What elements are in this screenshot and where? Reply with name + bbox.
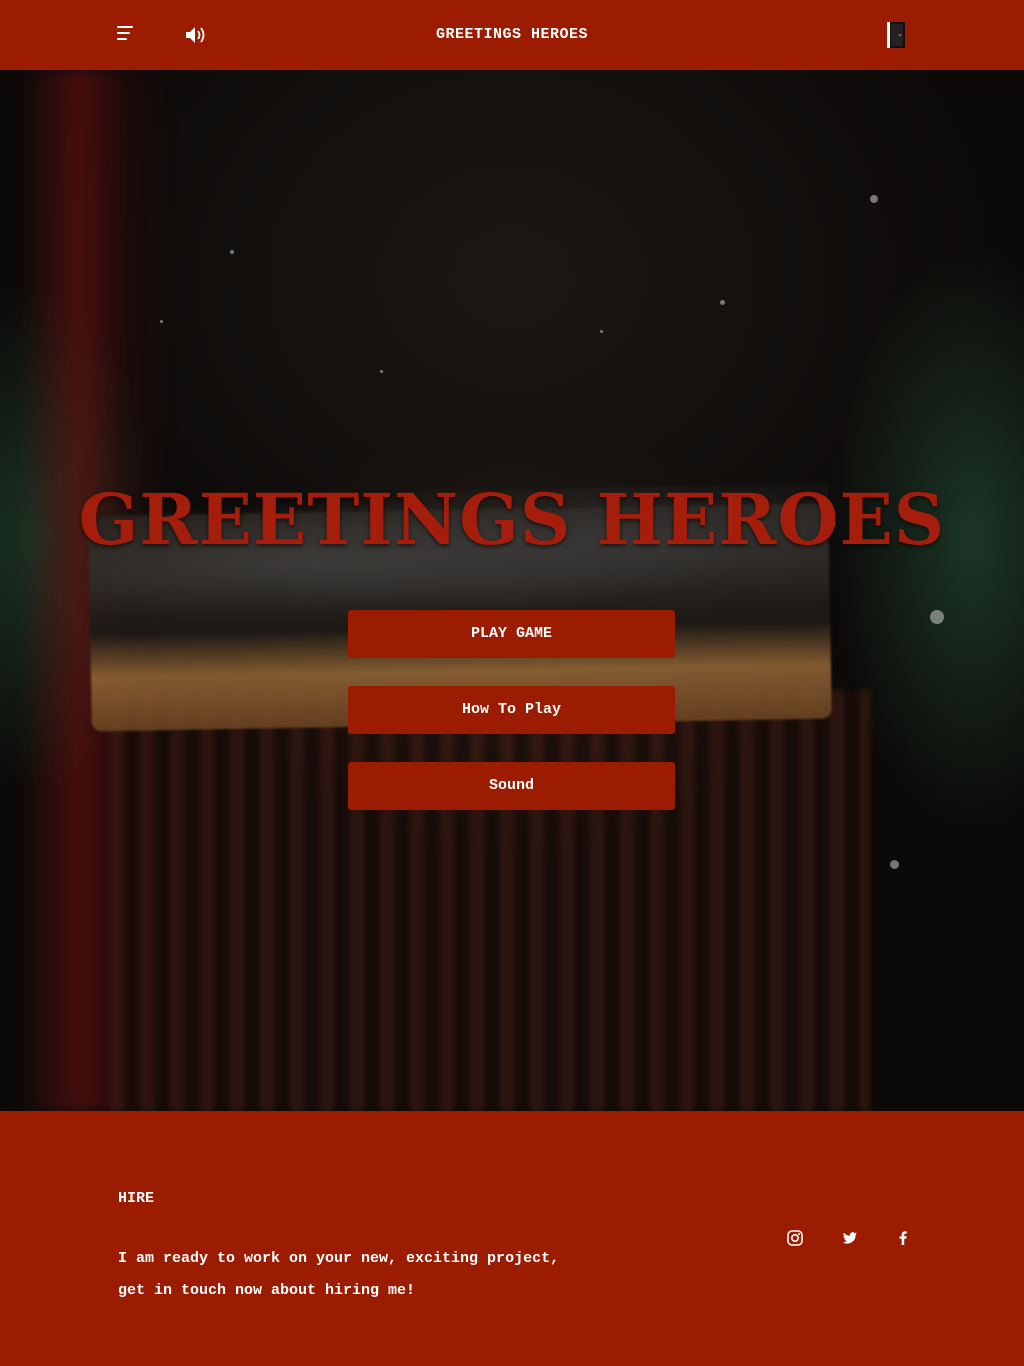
play-game-button[interactable]: PLAY GAME (348, 610, 675, 658)
ash-particle (870, 195, 878, 203)
sound-button[interactable]: Sound (348, 762, 675, 810)
ash-particle (720, 300, 725, 305)
footer-heading: HIRE (118, 1190, 155, 1207)
ash-particle (890, 860, 899, 869)
instagram-icon[interactable] (786, 1229, 804, 1247)
ash-particle (930, 610, 944, 624)
footer-text-line: get in touch now about hiring me! (118, 1282, 416, 1299)
top-bar: GREETINGS HEROES (0, 0, 1024, 70)
footer-text-line: I am ready to work on your new, exciting… (118, 1250, 560, 1267)
footer: HIRE I am ready to work on your new, exc… (0, 1111, 1024, 1366)
ash-particle (600, 330, 603, 333)
header-title: GREETINGS HEROES (435, 26, 589, 43)
twitter-icon[interactable] (841, 1229, 859, 1247)
ash-particle (160, 320, 163, 323)
exit-door-icon[interactable] (886, 20, 908, 50)
ash-particle (380, 370, 383, 373)
game-title: GREETINGS HEROES (78, 478, 946, 561)
facebook-icon[interactable] (894, 1229, 912, 1247)
ash-particle (230, 250, 234, 254)
hero-background (0, 70, 1024, 1111)
main-menu: PLAY GAME How To Play Sound (348, 610, 675, 838)
how-to-play-button[interactable]: How To Play (348, 686, 675, 734)
footer-text: I am ready to work on your new, exciting… (118, 1243, 638, 1307)
